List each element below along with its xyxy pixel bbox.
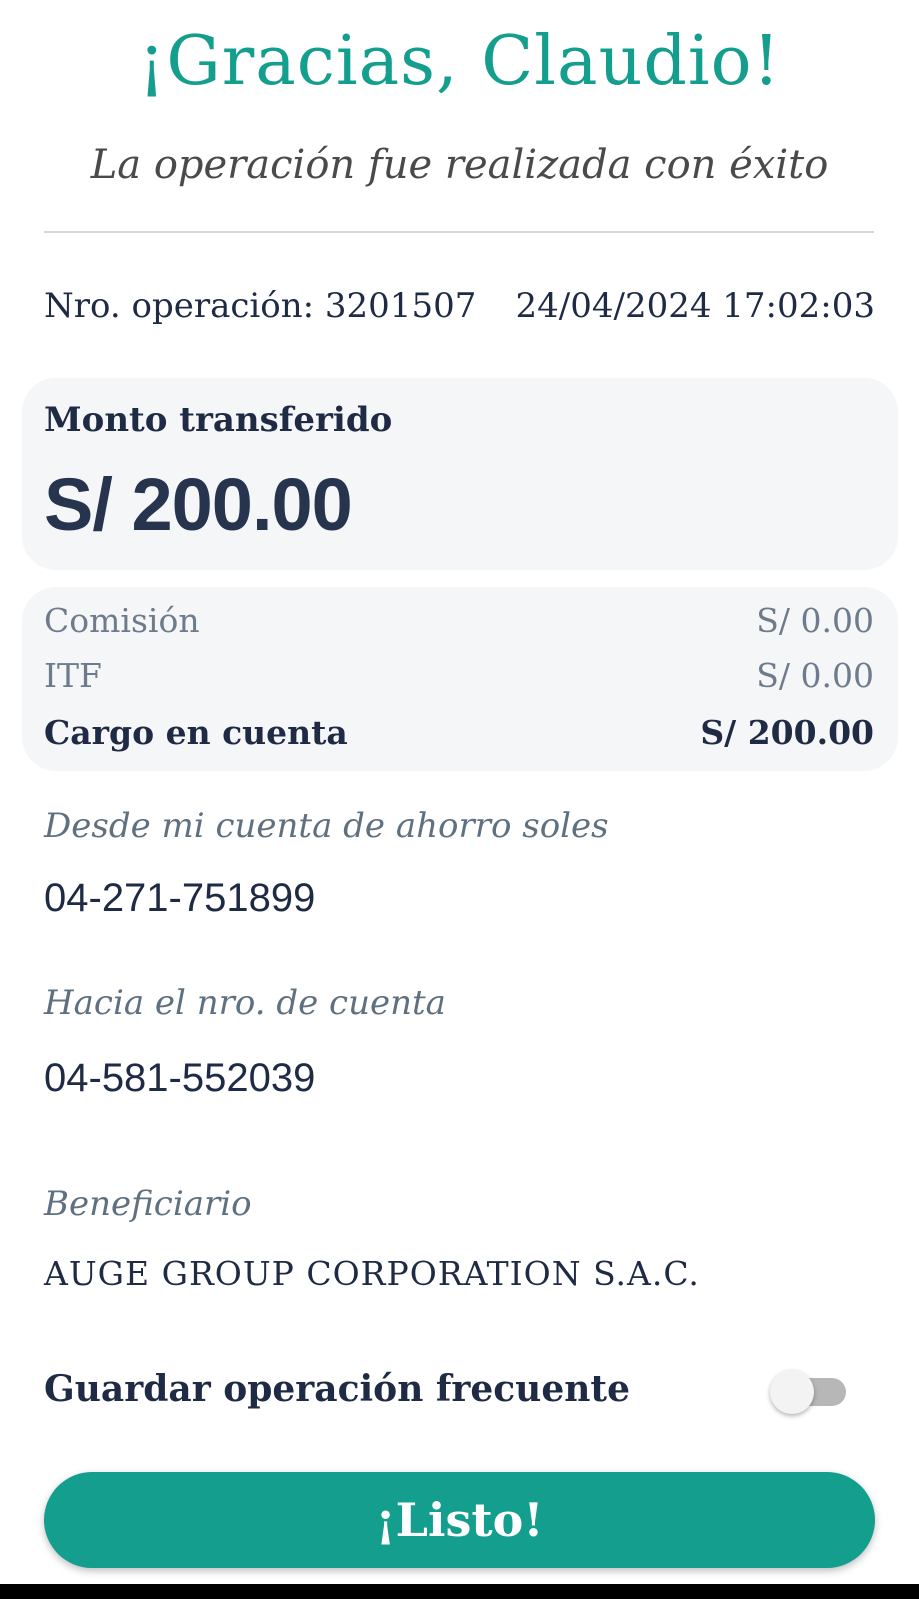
- fee-row-account-charge: Cargo en cuenta S/ 200.00: [44, 707, 874, 757]
- save-frequent-toggle[interactable]: [770, 1370, 848, 1414]
- divider: [44, 231, 874, 233]
- to-account-number: 04-581-552039: [44, 1056, 316, 1100]
- beneficiary-name: AUGE GROUP CORPORATION S.A.C.: [44, 1254, 700, 1293]
- fee-value: S/ 0.00: [756, 600, 874, 640]
- from-account-number: 04-271-751899: [44, 876, 316, 920]
- amount-value: S/ 200.00: [44, 463, 353, 546]
- save-frequent-label: Guardar operación frecuente: [44, 1368, 630, 1410]
- fee-row-itf: ITF S/ 0.00: [44, 650, 874, 700]
- page-subtitle: La operación fue realizada con éxito: [90, 142, 829, 188]
- page-title: ¡Gracias, Claudio!: [138, 22, 781, 101]
- fee-label: ITF: [44, 655, 102, 695]
- fee-value: S/ 200.00: [700, 712, 874, 752]
- fee-label: Comisión: [44, 600, 200, 640]
- fee-row-commission: Comisión S/ 0.00: [44, 595, 874, 645]
- operation-number: Nro. operación: 3201507: [44, 286, 477, 326]
- from-account-label: Desde mi cuenta de ahorro soles: [44, 806, 609, 846]
- system-nav-bar: [0, 1584, 919, 1599]
- done-button[interactable]: ¡Listo!: [44, 1472, 875, 1568]
- fee-label: Cargo en cuenta: [44, 712, 348, 752]
- beneficiary-label: Beneficiario: [44, 1184, 252, 1224]
- operation-datetime: 24/04/2024 17:02:03: [515, 286, 875, 326]
- amount-label: Monto transferido: [44, 400, 393, 440]
- fee-value: S/ 0.00: [756, 655, 874, 695]
- toggle-knob: [770, 1370, 814, 1414]
- to-account-label: Hacia el nro. de cuenta: [44, 983, 446, 1023]
